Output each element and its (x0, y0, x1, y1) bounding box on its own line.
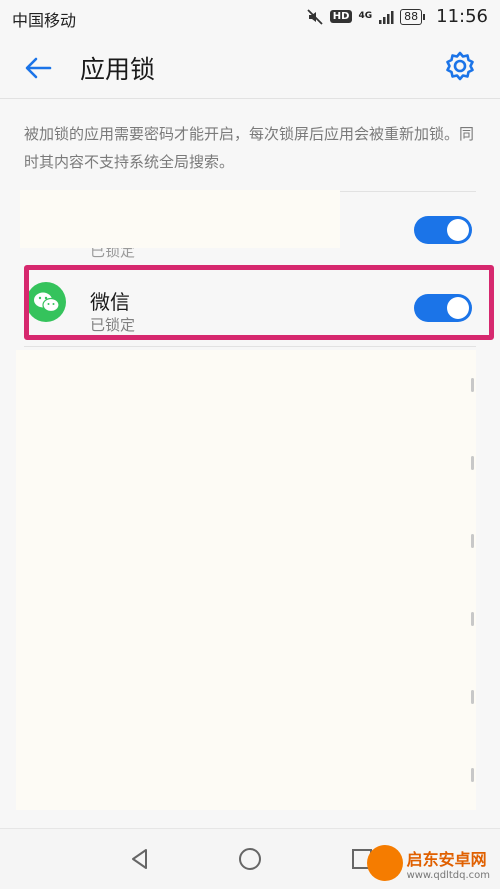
back-triangle-icon[interactable] (126, 845, 154, 873)
battery-icon: 88 (400, 8, 426, 25)
home-circle-icon[interactable] (236, 845, 264, 873)
description-text: 被加锁的应用需要密码才能开启，每次锁屏后应用会被重新加锁。同时其内容不支持系统全… (24, 125, 475, 171)
toggle-edge (471, 768, 474, 782)
lock-toggle-1[interactable] (414, 216, 472, 244)
gear-icon[interactable] (444, 50, 476, 82)
toggle-knob (447, 219, 469, 241)
watermark-logo-icon (366, 845, 403, 881)
carrier-label: 中国移动 (12, 11, 77, 30)
page-title: 应用锁 (80, 55, 156, 84)
back-arrow-icon[interactable] (22, 52, 54, 84)
toggle-edge (471, 456, 474, 470)
clock: 11:56 (436, 6, 488, 27)
status-bar: 中国移动 HD 4G 88 11:56 (0, 0, 500, 36)
mute-icon (307, 8, 323, 25)
network-type: 4G (358, 11, 373, 21)
toggle-edge (471, 612, 474, 626)
hd-badge: HD (329, 10, 353, 23)
divider (24, 346, 476, 347)
toggle-edge (471, 690, 474, 704)
highlight-box (24, 265, 494, 340)
redacted-area (20, 190, 340, 248)
watermark-brand: 启东安卓网 (406, 849, 487, 869)
status-icons: HD 4G 88 11:56 (306, 6, 488, 27)
app-bar: 应用锁 (0, 36, 500, 99)
toggle-edge (471, 378, 474, 392)
system-nav-bar: 启东安卓网 www.qdltdq.com (0, 828, 500, 889)
signal-icon (379, 10, 394, 24)
redacted-list-area (16, 350, 476, 810)
watermark-text-block: 启东安卓网 www.qdltdq.com (407, 846, 490, 881)
toggle-edge (471, 534, 474, 548)
watermark-url: www.qdltdq.com (406, 869, 490, 881)
watermark: 启东安卓网 www.qdltdq.com (366, 845, 490, 881)
